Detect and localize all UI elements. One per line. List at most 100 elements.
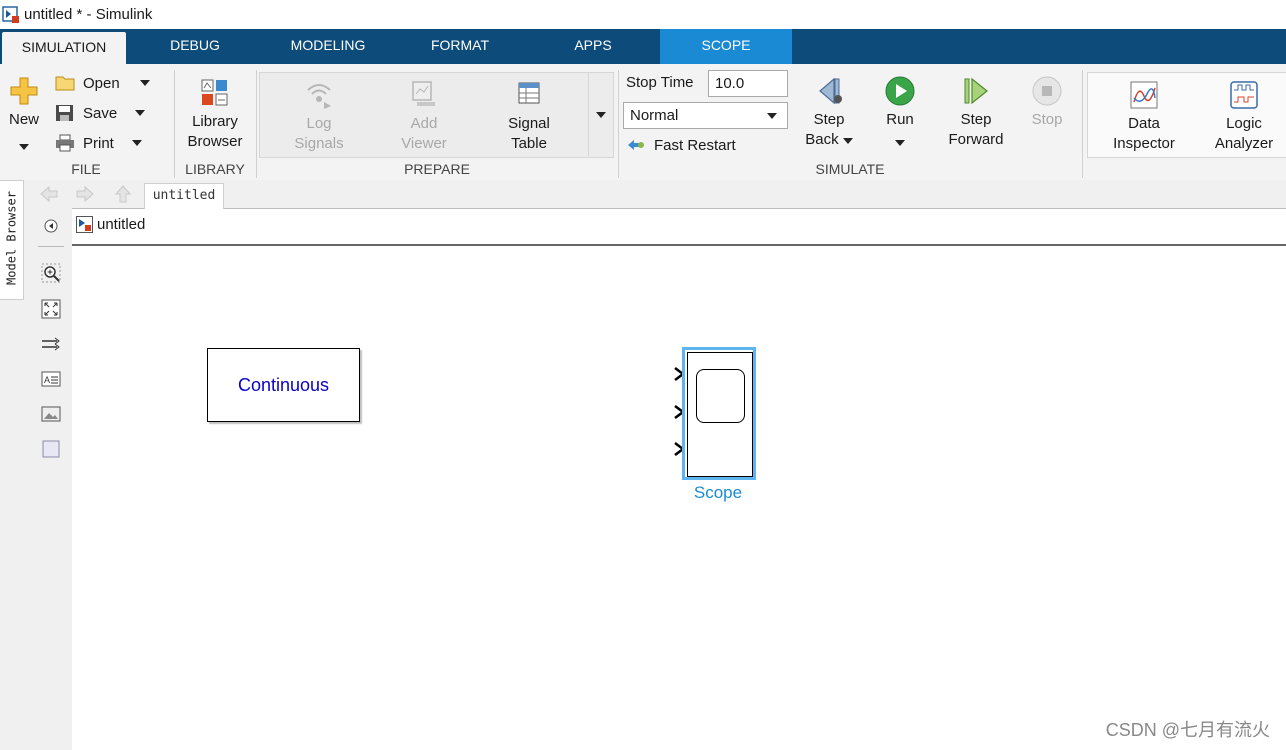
logic-analyzer-button[interactable]: Logic Analyzer — [1204, 80, 1284, 154]
model-browser-label: Model Browser — [4, 191, 19, 285]
separator — [618, 70, 619, 178]
step-back-line2: Back — [805, 131, 839, 148]
print-dropdown-icon[interactable] — [131, 140, 142, 146]
step-back-icon — [814, 76, 844, 106]
continuous-block-label: Continuous — [237, 374, 330, 395]
model-doc-tab[interactable]: untitled — [144, 183, 224, 209]
chevron-down-icon — [596, 112, 606, 118]
table-icon — [514, 80, 544, 110]
fast-restart-label: Fast Restart — [654, 136, 736, 154]
data-inspector-line1: Data — [1128, 115, 1160, 132]
ribbon-tab-strip: SIMULATION DEBUG MODELING FORMAT APPS SC… — [0, 29, 1286, 64]
open-button[interactable]: Open — [55, 74, 150, 92]
signal-table-line1: Signal — [508, 115, 550, 132]
breadcrumb[interactable]: untitled — [76, 216, 145, 233]
tab-debug[interactable]: DEBUG — [140, 29, 250, 64]
image-icon[interactable] — [41, 404, 61, 424]
step-back-dropdown-icon[interactable] — [842, 138, 853, 144]
step-back-line2-wrap: Back — [800, 130, 858, 150]
fast-restart-toggle[interactable]: Fast Restart — [626, 136, 736, 154]
log-signals-line2: Signals — [294, 135, 344, 152]
step-back-line1: Step — [813, 111, 845, 128]
step-back-button[interactable]: Step Back — [800, 76, 858, 150]
prepare-gallery-expand[interactable] — [588, 72, 613, 156]
model-canvas[interactable]: Continuous Scope CSDN @七月有流火 — [72, 246, 1286, 750]
plus-icon — [9, 76, 39, 106]
separator — [1082, 70, 1083, 178]
scope-block[interactable] — [687, 352, 753, 477]
wifi-signal-icon — [304, 80, 334, 110]
logic-analyzer-line2: Analyzer — [1214, 135, 1274, 152]
breadcrumb-label: untitled — [97, 216, 146, 233]
up-arrow-icon[interactable] — [112, 184, 134, 204]
hide-browser-icon[interactable] — [41, 216, 61, 236]
data-inspector-line2: Inspector — [1113, 135, 1175, 152]
stop-time-input[interactable]: 10.0 — [708, 70, 788, 97]
tab-scope[interactable]: SCOPE — [660, 29, 792, 64]
forward-arrow-icon[interactable] — [74, 184, 96, 204]
new-label: New — [8, 111, 39, 128]
separator — [38, 246, 64, 247]
viewer-monitor-icon — [409, 80, 439, 110]
signal-table-line2: Table — [511, 135, 547, 152]
annotation-icon[interactable]: A — [41, 369, 61, 389]
run-dropdown-icon[interactable] — [895, 140, 905, 146]
floppy-disk-icon — [55, 104, 75, 122]
library-grid-icon — [200, 78, 230, 108]
log-signals-line1: Log — [306, 115, 332, 132]
data-inspector-icon — [1129, 80, 1159, 110]
stop-time-label: Stop Time — [626, 74, 694, 91]
editor-toolbar: A — [30, 180, 73, 750]
fit-to-view-icon[interactable] — [41, 299, 61, 319]
scope-block-label[interactable]: Scope — [672, 483, 764, 503]
logic-analyzer-icon — [1229, 80, 1259, 110]
run-button[interactable]: Run — [872, 76, 928, 152]
add-viewer-line1: Add — [410, 115, 438, 132]
file-group-label: FILE — [71, 161, 101, 177]
play-icon — [885, 76, 915, 106]
step-forward-icon — [961, 76, 991, 106]
open-label: Open — [83, 74, 120, 92]
library-browser-line1: Library — [192, 113, 238, 130]
simulate-group-label: SIMULATE — [815, 161, 885, 177]
simulation-mode-select[interactable]: Normal — [623, 102, 788, 129]
signal-arrows-icon[interactable] — [41, 334, 61, 354]
tab-simulation[interactable]: SIMULATION — [2, 32, 126, 64]
data-inspector-button[interactable]: Data Inspector — [1104, 80, 1184, 154]
title-bar: untitled * - Simulink — [0, 0, 1286, 29]
library-group-label: LIBRARY — [185, 161, 245, 177]
area-icon[interactable] — [41, 439, 61, 459]
signal-table-button[interactable]: Signal Table — [494, 80, 564, 154]
printer-icon — [55, 134, 75, 152]
tab-apps[interactable]: APPS — [540, 29, 646, 64]
scope-block-selection[interactable] — [682, 347, 756, 480]
zoom-in-icon[interactable] — [41, 263, 61, 283]
open-dropdown-icon[interactable] — [139, 80, 150, 86]
logic-analyzer-line1: Logic — [1226, 115, 1262, 132]
scope-screen-icon — [696, 369, 745, 423]
new-dropdown-icon[interactable] — [19, 144, 29, 150]
watermark: CSDN @七月有流火 — [1105, 720, 1270, 740]
library-browser-line2: Browser — [187, 133, 243, 150]
stop-button[interactable]: Stop — [1020, 76, 1074, 130]
tab-modeling[interactable]: MODELING — [270, 29, 386, 64]
model-browser-tab[interactable]: Model Browser — [0, 180, 24, 300]
step-forward-button[interactable]: Step Forward — [942, 76, 1010, 150]
save-button[interactable]: Save — [55, 104, 146, 122]
back-arrow-icon[interactable] — [38, 184, 60, 204]
save-dropdown-icon[interactable] — [135, 110, 146, 116]
simulation-mode-value: Normal — [630, 107, 679, 124]
tab-format[interactable]: FORMAT — [406, 29, 514, 64]
continuous-block[interactable]: Continuous — [207, 348, 360, 422]
add-viewer-button[interactable]: Add Viewer — [389, 80, 459, 154]
library-browser-button[interactable]: Library Browser — [182, 78, 248, 152]
explorer-bar: untitled — [40, 180, 1286, 209]
add-viewer-line2: Viewer — [401, 135, 447, 152]
fast-restart-icon — [626, 136, 646, 154]
stop-label: Stop — [1031, 111, 1063, 128]
log-signals-button[interactable]: Log Signals — [284, 80, 354, 154]
print-button[interactable]: Print — [55, 134, 142, 152]
print-label: Print — [83, 134, 114, 152]
address-bar: untitled — [72, 209, 1286, 246]
new-button[interactable]: New — [4, 76, 44, 156]
